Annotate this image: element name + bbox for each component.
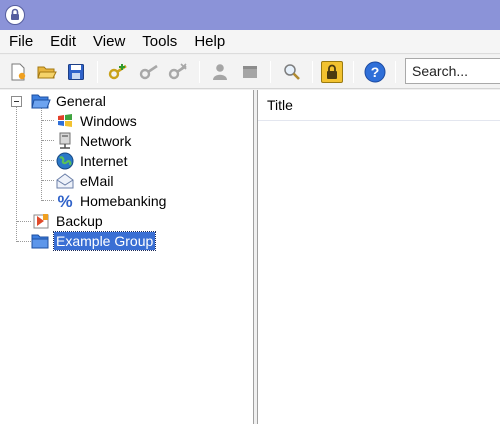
- folder-icon: [31, 231, 51, 251]
- menu-edit[interactable]: Edit: [41, 30, 84, 54]
- tree-item-general[interactable]: General: [31, 91, 108, 111]
- tree-item-label: Backup: [56, 213, 103, 229]
- menu-file[interactable]: File: [0, 30, 41, 54]
- backup-icon: [31, 211, 51, 231]
- menu-help[interactable]: Help: [185, 30, 233, 54]
- copy-username-icon[interactable]: [209, 61, 231, 83]
- delete-entry-icon[interactable]: [167, 61, 189, 83]
- tree-item-label: General: [56, 93, 106, 109]
- tree-item-label: Windows: [80, 113, 137, 129]
- svg-text:%: %: [57, 192, 72, 210]
- folder-open-icon: [31, 91, 51, 111]
- toolbar-separator: [395, 61, 396, 83]
- tree-connector: [17, 241, 31, 242]
- title-bar: [0, 0, 500, 30]
- edit-entry-icon[interactable]: [138, 61, 160, 83]
- tree-connector: [42, 200, 54, 201]
- tree-item-email[interactable]: eMail: [55, 171, 115, 191]
- open-database-icon[interactable]: [36, 61, 58, 83]
- tree-item-label: eMail: [80, 173, 114, 189]
- tree-connector: [42, 180, 54, 181]
- tree-connector: [42, 140, 54, 141]
- tree-item-network[interactable]: Network: [55, 131, 133, 151]
- tree-item-example-group[interactable]: Example Group: [31, 231, 157, 251]
- toolbar-separator: [199, 61, 200, 83]
- tree-item-label: Internet: [80, 153, 128, 169]
- tree-item-label: Example Group: [52, 231, 157, 251]
- windows-icon: [55, 111, 75, 131]
- tree-item-label: Network: [80, 133, 132, 149]
- tree-connector: [17, 221, 31, 222]
- menu-view[interactable]: View: [84, 30, 133, 54]
- tree-item-windows[interactable]: Windows: [55, 111, 139, 131]
- toolbar-separator: [270, 61, 271, 83]
- lock-workspace-icon[interactable]: [321, 61, 343, 83]
- svg-text:?: ?: [371, 64, 380, 80]
- tree-item-homebanking[interactable]: % Homebanking: [55, 191, 168, 211]
- search-box: [405, 58, 500, 84]
- app-lock-icon[interactable]: [5, 5, 25, 25]
- toolbar-separator: [97, 61, 98, 83]
- toolbar-separator: [353, 61, 354, 83]
- percent-icon: %: [55, 191, 75, 211]
- tree-item-label: Homebanking: [80, 193, 167, 209]
- toolbar-separator: [312, 61, 313, 83]
- add-entry-icon[interactable]: [107, 61, 129, 83]
- tree-connector: [42, 160, 54, 161]
- email-icon: [55, 171, 75, 191]
- copy-password-icon[interactable]: [239, 61, 261, 83]
- column-header-title[interactable]: Title: [258, 90, 500, 121]
- tree-item-internet[interactable]: Internet: [55, 151, 129, 171]
- save-database-icon[interactable]: [65, 61, 87, 83]
- menu-bar: File Edit View Tools Help: [0, 30, 500, 54]
- find-icon[interactable]: [281, 61, 303, 83]
- tree-collapse-toggle[interactable]: [11, 96, 22, 107]
- tree-connector: [41, 107, 42, 201]
- tree-connector: [42, 120, 54, 121]
- entry-list: Title: [258, 90, 500, 424]
- search-input[interactable]: [406, 59, 500, 83]
- new-database-icon[interactable]: [7, 61, 29, 83]
- menu-tools[interactable]: Tools: [133, 30, 185, 54]
- globe-icon: [55, 151, 75, 171]
- network-icon: [55, 131, 75, 151]
- help-icon[interactable]: ?: [364, 61, 386, 83]
- tree-item-backup[interactable]: Backup: [31, 211, 105, 231]
